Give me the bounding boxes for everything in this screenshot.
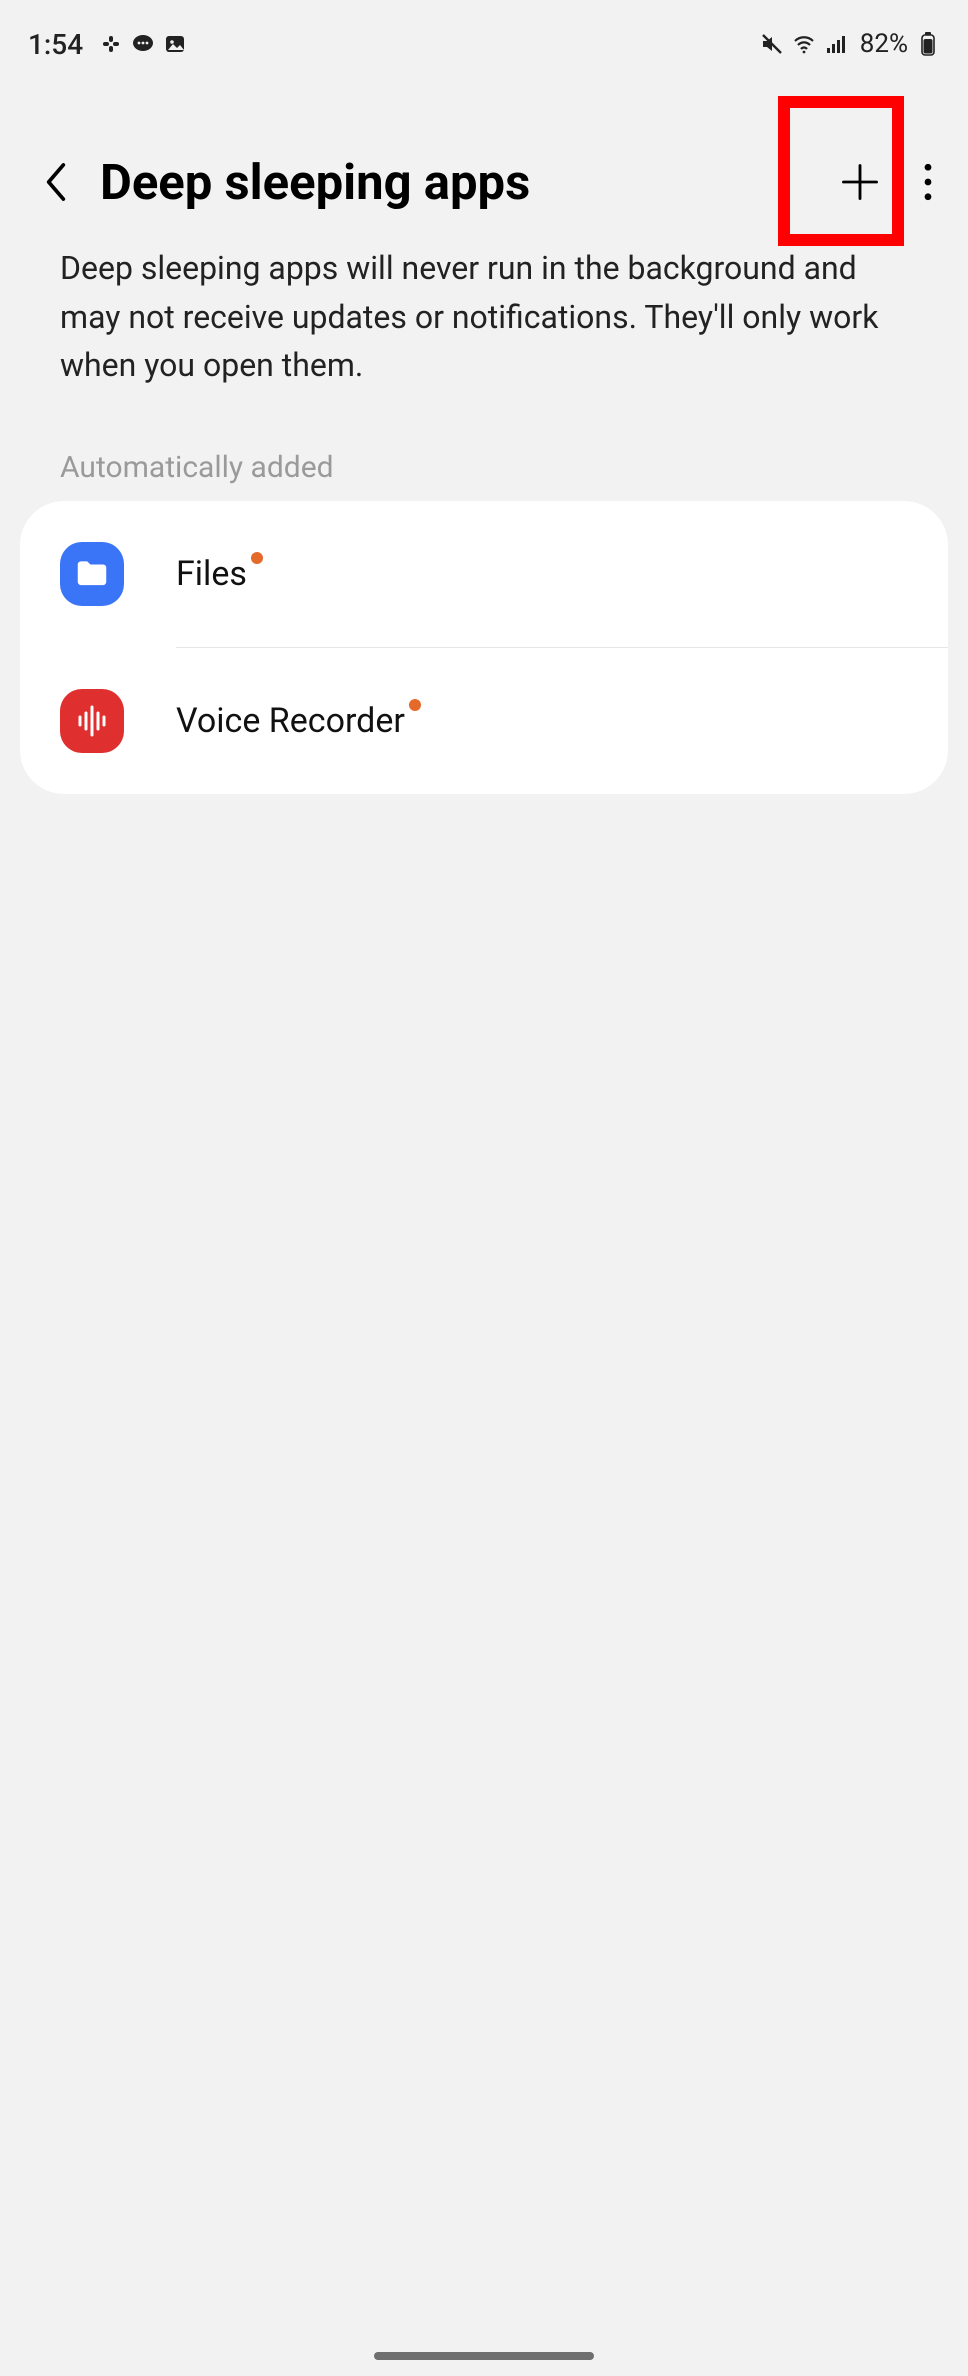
battery-icon [916, 32, 940, 56]
app-label-wrap: Voice Recorder [176, 701, 405, 741]
page-title: Deep sleeping apps [100, 154, 824, 211]
folder-icon [73, 555, 111, 593]
status-notification-icons [99, 32, 187, 56]
waveform-icon [72, 701, 112, 741]
signal-icon [824, 32, 848, 56]
plus-icon [838, 160, 882, 204]
page-header: Deep sleeping apps [0, 72, 968, 232]
status-right: 82% [760, 29, 940, 59]
chat-icon [131, 32, 155, 56]
slack-icon [99, 32, 123, 56]
app-label: Files [176, 554, 247, 594]
notification-dot-icon [251, 552, 263, 564]
add-button[interactable] [824, 146, 896, 218]
app-row-files[interactable]: Files [20, 501, 948, 647]
voice-recorder-app-icon [60, 689, 124, 753]
status-time: 1:54 [28, 28, 83, 61]
app-label: Voice Recorder [176, 701, 405, 741]
image-icon [163, 32, 187, 56]
app-row-voice-recorder[interactable]: Voice Recorder [20, 648, 948, 794]
app-label-wrap: Files [176, 554, 247, 594]
app-list: Files Voice Recorder [20, 501, 948, 794]
chevron-left-icon [41, 160, 71, 204]
wifi-icon [792, 32, 816, 56]
section-header: Automatically added [0, 430, 968, 501]
more-button[interactable] [908, 154, 948, 210]
mute-icon [760, 32, 784, 56]
files-app-icon [60, 542, 124, 606]
more-vertical-icon [923, 163, 933, 201]
status-left: 1:54 [28, 28, 187, 61]
battery-percentage: 82% [860, 29, 908, 59]
status-bar: 1:54 [0, 0, 968, 72]
notification-dot-icon [409, 699, 421, 711]
back-button[interactable] [32, 158, 80, 206]
navigation-indicator[interactable] [374, 2352, 594, 2360]
page-description: Deep sleeping apps will never run in the… [0, 232, 968, 430]
